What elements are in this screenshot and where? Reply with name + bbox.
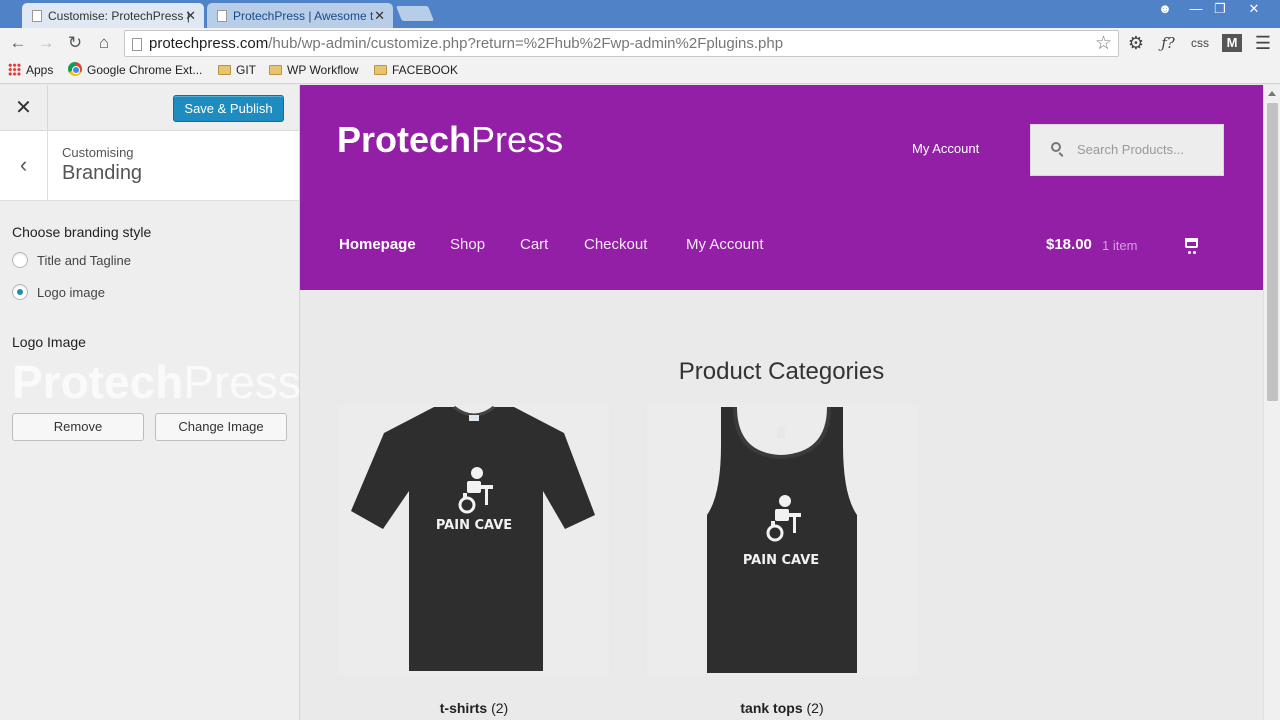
bookmark-facebook[interactable]: FACEBOOK	[374, 62, 458, 78]
site-preview: ProtechPress My Account Search Products.…	[300, 85, 1263, 720]
forward-arrow-icon[interactable]: →	[35, 32, 57, 54]
close-tab-icon[interactable]: ✕	[185, 8, 196, 24]
nav-cart[interactable]: Cart	[520, 236, 548, 253]
customizer-sidebar: ✕ Save & Publish ‹ Customising Branding …	[0, 85, 301, 720]
chevron-left-icon[interactable]: ‹	[0, 131, 48, 201]
close-window-icon[interactable]: ✕	[1240, 0, 1268, 20]
close-tab-icon[interactable]: ✕	[374, 8, 385, 24]
change-image-button[interactable]: Change Image	[155, 413, 287, 441]
reload-icon[interactable]: ↻	[64, 32, 86, 54]
section-header: ‹ Customising Branding	[0, 131, 299, 201]
browser-tab-strip: Customise: ProtechPress | ✕ ProtechPress…	[0, 0, 1280, 28]
page-icon	[132, 38, 142, 51]
address-bar[interactable]: protechpress.com/hub/wp-admin/customize.…	[124, 30, 1119, 57]
new-tab-button[interactable]	[395, 6, 435, 21]
tab-title: Customise: ProtechPress |	[48, 9, 190, 23]
section-title: Branding	[62, 162, 143, 184]
cart-count[interactable]: 1 item	[1102, 238, 1137, 253]
folder-icon	[218, 65, 231, 75]
product-tshirts-label[interactable]: t-shirts (2)	[339, 700, 609, 716]
site-logo[interactable]: ProtechPress	[337, 119, 563, 161]
chrome-icon	[68, 62, 82, 76]
radio-button[interactable]	[12, 284, 28, 300]
tab-customise[interactable]: Customise: ProtechPress | ✕	[22, 3, 204, 28]
gear-icon[interactable]: ⚙	[1125, 32, 1147, 54]
m-icon[interactable]: M	[1222, 34, 1242, 52]
product-tanktops-image[interactable]: PAIN CAVE	[647, 405, 917, 675]
nav-checkout[interactable]: Checkout	[584, 236, 647, 253]
tanktop-image: PAIN CAVE	[707, 406, 857, 673]
preview-scrollbar[interactable]	[1263, 85, 1280, 720]
tab-title: ProtechPress | Awesome t	[233, 9, 374, 23]
home-icon[interactable]: ⌂	[93, 32, 115, 54]
logo-image-preview: ProtechPress	[12, 356, 301, 408]
back-arrow-icon[interactable]: ←	[7, 32, 29, 54]
breadcrumb: Customising	[62, 145, 134, 160]
bookmark-chrome-ext[interactable]: Google Chrome Ext...	[68, 62, 202, 78]
search-input[interactable]: Search Products...	[1030, 124, 1224, 176]
cart-icon[interactable]	[1185, 238, 1198, 254]
apps-icon	[8, 63, 21, 76]
nav-shop[interactable]: Shop	[450, 236, 485, 253]
header-my-account-link[interactable]: My Account	[912, 141, 979, 156]
bookmarks-bar: Apps Google Chrome Ext... GIT WP Workflo…	[0, 58, 1280, 84]
option-title-tagline[interactable]: Title and Tagline	[12, 252, 131, 268]
bookmark-git[interactable]: GIT	[218, 62, 256, 78]
user-icon[interactable]: ☻	[1151, 0, 1179, 20]
remove-button[interactable]: Remove	[12, 413, 144, 441]
page-icon	[217, 10, 227, 22]
bookmark-wp-workflow[interactable]: WP Workflow	[269, 62, 359, 78]
page-icon	[32, 10, 42, 22]
restore-icon[interactable]: ❐	[1206, 0, 1234, 20]
shirt-print-text: PAIN CAVE	[436, 518, 512, 533]
site-header: ProtechPress My Account Search Products.…	[300, 85, 1263, 290]
cart-total[interactable]: $18.00	[1046, 236, 1092, 253]
f-icon[interactable]: ƒ?	[1155, 32, 1181, 54]
tab-protechpress[interactable]: ProtechPress | Awesome t ✕	[207, 3, 393, 28]
url-text: protechpress.com/hub/wp-admin/customize.…	[149, 35, 784, 52]
browser-toolbar: ← → ↻ ⌂ protechpress.com/hub/wp-admin/cu…	[0, 28, 1280, 58]
product-categories-title: Product Categories	[678, 358, 885, 385]
save-publish-button[interactable]: Save & Publish	[173, 95, 284, 122]
tshirt-image: PAIN CAVE	[351, 405, 595, 671]
bookmark-star-icon[interactable]: ☆	[1095, 32, 1112, 55]
search-icon	[1051, 142, 1061, 152]
menu-icon[interactable]: ☰	[1253, 32, 1273, 54]
folder-icon	[374, 65, 387, 75]
scroll-up-icon[interactable]	[1268, 91, 1276, 96]
logo-image-label: Logo Image	[12, 334, 86, 350]
radio-button[interactable]	[12, 252, 28, 268]
shirt-print-text: PAIN CAVE	[743, 553, 819, 568]
scroll-thumb[interactable]	[1267, 103, 1278, 401]
search-placeholder: Search Products...	[1077, 142, 1184, 157]
option-logo-image[interactable]: Logo image	[12, 284, 105, 300]
product-tanktops-label[interactable]: tank tops (2)	[647, 700, 917, 716]
bookmark-apps[interactable]: Apps	[8, 62, 53, 78]
nav-my-account[interactable]: My Account	[686, 236, 764, 253]
nav-homepage[interactable]: Homepage	[339, 236, 416, 253]
folder-icon	[269, 65, 282, 75]
product-tshirts-image[interactable]: PAIN CAVE	[339, 405, 609, 675]
close-icon[interactable]: ✕	[0, 85, 48, 131]
branding-style-label: Choose branding style	[12, 224, 152, 240]
css-icon[interactable]: css	[1187, 32, 1213, 54]
customizer-header: ✕ Save & Publish	[0, 85, 299, 131]
